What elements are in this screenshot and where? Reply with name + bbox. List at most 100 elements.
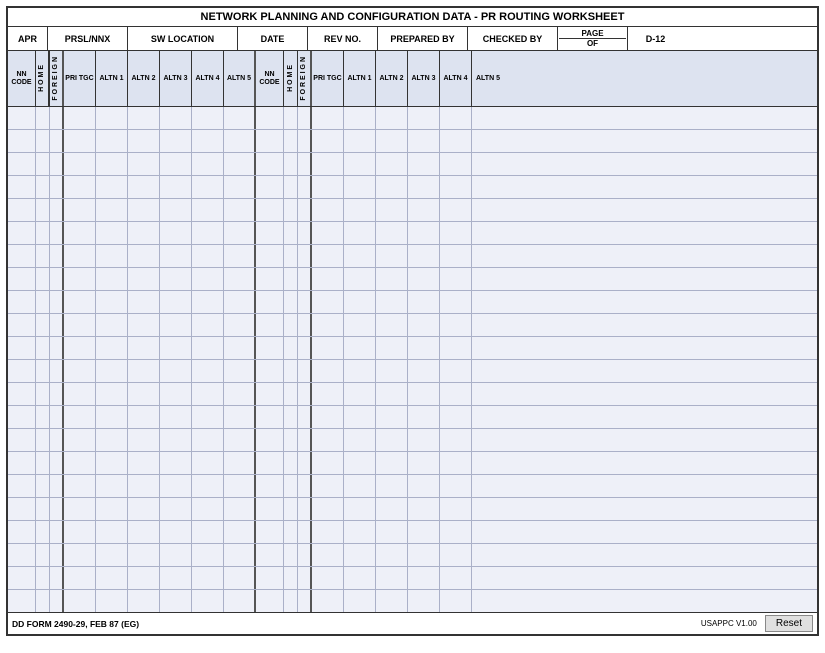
table-cell [64,130,96,152]
table-row [8,383,817,406]
data-rows-container [8,107,817,612]
table-cell [96,452,128,474]
table-cell [50,291,64,313]
table-cell [96,222,128,244]
table-cell [36,107,50,129]
table-cell [50,590,64,612]
table-cell [8,360,36,382]
table-cell [256,475,284,497]
table-cell [298,153,312,175]
table-cell [8,291,36,313]
table-cell [284,314,298,336]
table-row [8,544,817,567]
table-cell [284,360,298,382]
col-home-right: H O M E [284,51,298,106]
table-cell [298,130,312,152]
table-cell [284,521,298,543]
table-cell [224,567,256,589]
table-cell [50,452,64,474]
table-cell [298,268,312,290]
table-cell [344,199,376,221]
table-cell [284,406,298,428]
table-cell [344,337,376,359]
table-row [8,314,817,337]
table-cell [376,406,408,428]
col-nn-code-right: NN CODE [256,51,284,106]
table-cell [472,521,504,543]
table-cell [312,498,344,520]
table-cell [344,567,376,589]
table-cell [344,475,376,497]
table-cell [64,314,96,336]
table-cell [284,498,298,520]
table-cell [256,314,284,336]
table-cell [408,153,440,175]
table-cell [472,590,504,612]
table-cell [376,245,408,267]
table-cell [256,406,284,428]
table-cell [408,360,440,382]
table-cell [96,268,128,290]
table-cell [312,383,344,405]
col-foreign-left: F O R E I G N [50,51,64,106]
table-cell [192,153,224,175]
table-cell [440,567,472,589]
prepared-by-field: PREPARED BY [378,27,468,50]
table-cell [128,475,160,497]
table-cell [408,268,440,290]
table-cell [408,222,440,244]
table-cell [36,130,50,152]
table-cell [50,360,64,382]
table-cell [376,452,408,474]
table-cell [192,222,224,244]
table-cell [50,199,64,221]
table-cell [128,153,160,175]
table-cell [298,383,312,405]
table-cell [256,268,284,290]
table-cell [312,337,344,359]
table-cell [50,383,64,405]
table-cell [472,337,504,359]
table-cell [408,475,440,497]
table-cell [8,452,36,474]
table-cell [36,199,50,221]
table-cell [408,107,440,129]
table-cell [192,199,224,221]
table-cell [96,199,128,221]
table-cell [8,544,36,566]
table-cell [160,268,192,290]
table-cell [160,130,192,152]
table-cell [224,521,256,543]
table-cell [312,153,344,175]
table-row [8,107,817,130]
col-pri-tgc-left: PRI TGC [64,51,96,106]
table-cell [472,314,504,336]
table-cell [408,291,440,313]
table-cell [256,567,284,589]
table-cell [192,521,224,543]
table-cell [128,590,160,612]
table-cell [96,521,128,543]
table-cell [408,130,440,152]
col-altn1-left: ALTN 1 [96,51,128,106]
table-cell [408,498,440,520]
table-cell [8,567,36,589]
table-cell [440,498,472,520]
table-cell [160,452,192,474]
table-cell [376,107,408,129]
table-row [8,567,817,590]
table-cell [8,475,36,497]
reset-button[interactable]: Reset [765,615,813,632]
table-cell [64,176,96,198]
table-cell [298,314,312,336]
table-cell [376,567,408,589]
table-cell [96,245,128,267]
table-cell [96,176,128,198]
table-cell [376,475,408,497]
table-cell [256,337,284,359]
table-cell [50,337,64,359]
table-cell [8,176,36,198]
table-cell [376,199,408,221]
table-cell [8,222,36,244]
table-cell [344,590,376,612]
